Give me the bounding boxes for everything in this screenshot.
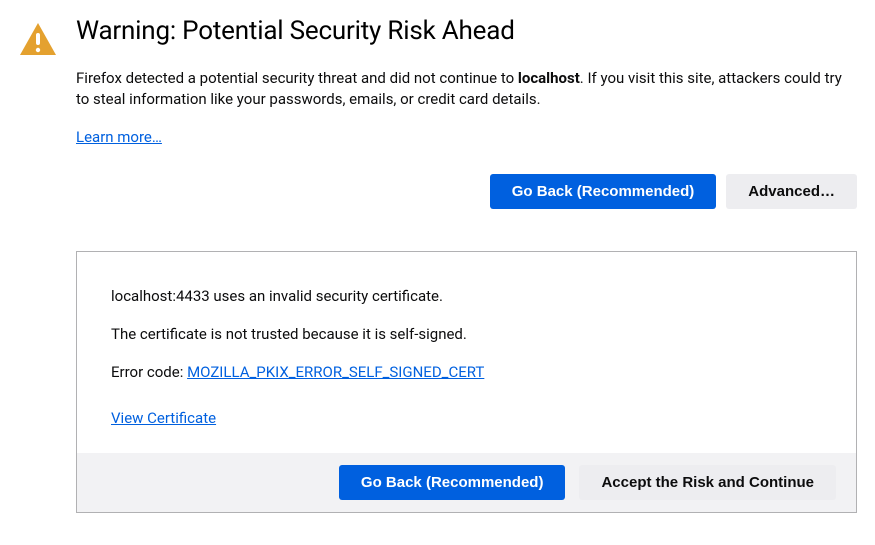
advanced-button[interactable]: Advanced…	[726, 174, 857, 209]
error-code-link[interactable]: MOZILLA_PKIX_ERROR_SELF_SIGNED_CERT	[187, 363, 484, 381]
error-label: Error code:	[111, 363, 187, 381]
view-certificate-link[interactable]: View Certificate	[111, 409, 216, 427]
page-title: Warning: Potential Security Risk Ahead	[76, 16, 857, 46]
advanced-footer: Go Back (Recommended) Accept the Risk an…	[77, 453, 856, 512]
advanced-line-reason: The certificate is not trusted because i…	[111, 324, 822, 346]
primary-button-row: Go Back (Recommended) Advanced…	[76, 174, 857, 209]
warning-icon	[14, 18, 58, 64]
accept-risk-button[interactable]: Accept the Risk and Continue	[579, 465, 836, 500]
learn-more-link[interactable]: Learn more…	[76, 128, 162, 146]
go-back-button-footer[interactable]: Go Back (Recommended)	[339, 465, 566, 500]
error-line: Error code: MOZILLA_PKIX_ERROR_SELF_SIGN…	[111, 362, 822, 384]
go-back-button[interactable]: Go Back (Recommended)	[490, 174, 717, 209]
warning-description: Firefox detected a potential security th…	[76, 68, 857, 110]
desc-prefix: Firefox detected a potential security th…	[76, 69, 518, 87]
advanced-panel: localhost:4433 uses an invalid security …	[76, 251, 857, 513]
advanced-line-host: localhost:4433 uses an invalid security …	[111, 286, 822, 308]
desc-host: localhost	[518, 69, 580, 87]
